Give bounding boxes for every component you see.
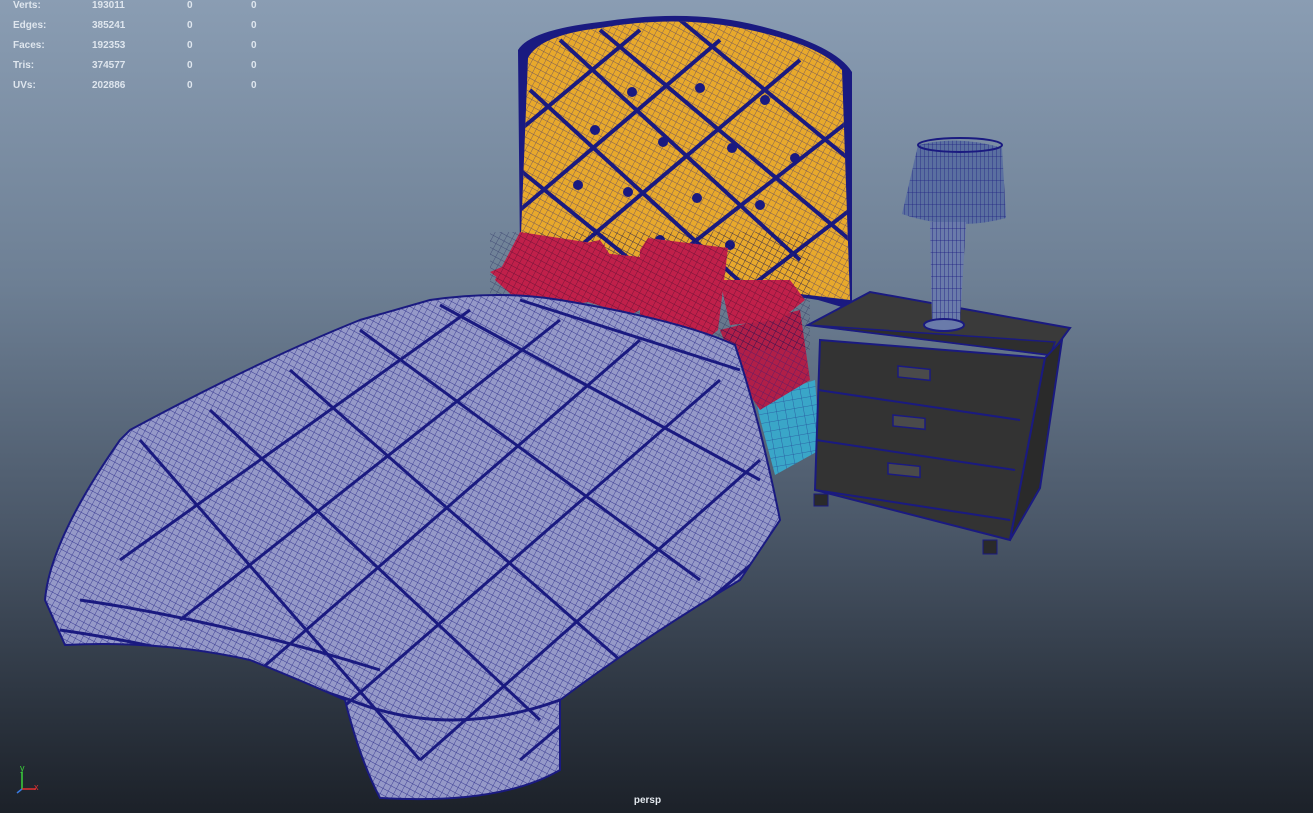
maya-viewport[interactable]: Verts: 193011 0 0 Edges: 385241 0 0 Face… [0,0,1313,813]
camera-label: persp [633,795,662,806]
axis-y-label: y [20,763,25,773]
scene-wireframe[interactable] [0,0,1313,813]
axis-x-label: x [34,782,39,792]
comforter[interactable] [40,290,790,810]
view-axis-gizmo: y x [16,763,39,794]
